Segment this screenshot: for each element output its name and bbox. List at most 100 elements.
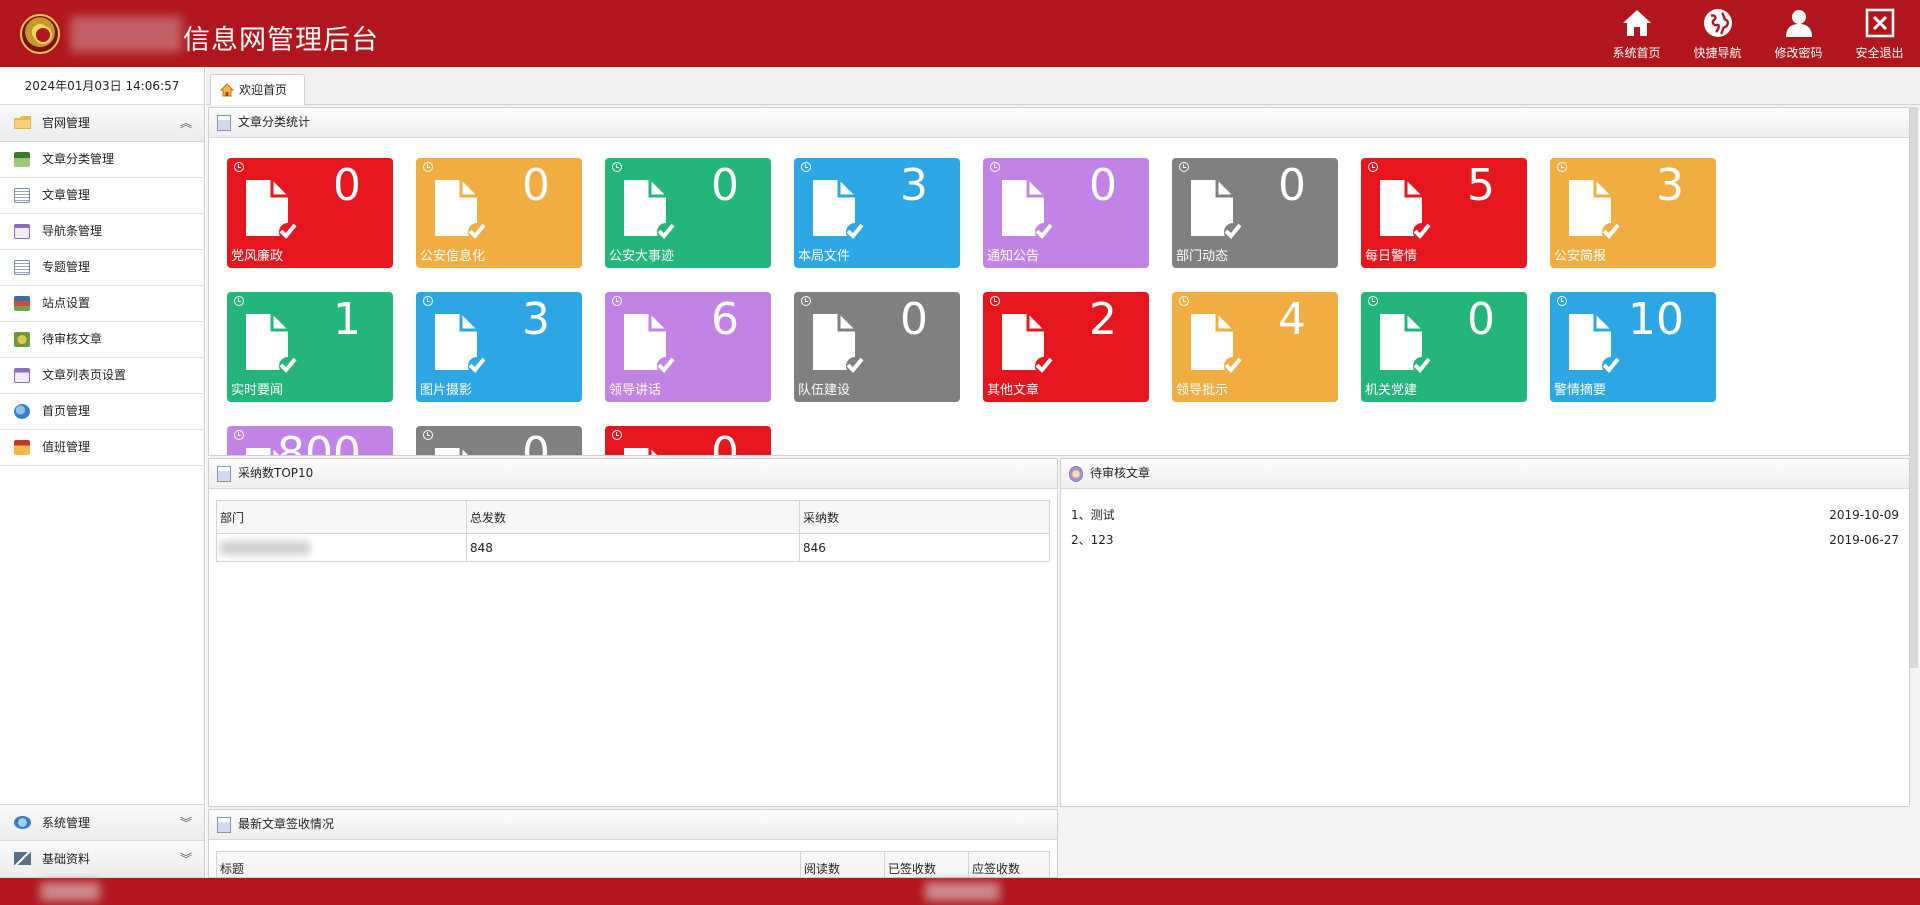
vertical-scrollbar[interactable] (1910, 107, 1918, 668)
stat-name: 实时要闻 (231, 383, 284, 398)
stat-card[interactable]: 0 队伍建设 (794, 292, 960, 402)
stat-count: 4 (1278, 294, 1306, 345)
stat-count: 0 (522, 160, 550, 211)
sidebar-item-site-settings[interactable]: 站点设置 (0, 286, 204, 322)
nav-logout-button[interactable]: 安全退出 (1839, 0, 1920, 67)
home-icon (220, 83, 234, 97)
list-icon (14, 188, 30, 203)
sidebar-item-duty[interactable]: 值班管理 (0, 430, 204, 466)
pending-title[interactable]: 1、测试 (1071, 508, 1115, 522)
sidebar-group-system-label: 系统管理 (42, 816, 91, 830)
window-icon (14, 224, 30, 239)
chevron-up-icon[interactable]: ︽ (180, 105, 192, 141)
clock-icon (801, 162, 811, 172)
clock-icon (234, 162, 244, 172)
clock-icon (423, 162, 433, 172)
stat-card[interactable]: 0 机关党建 (1361, 292, 1527, 402)
sidebar-item-homepage[interactable]: 首页管理 (0, 394, 204, 430)
sidebar-group-basic[interactable]: 基础资料 ︾ (0, 841, 204, 878)
document-check-icon (246, 180, 297, 241)
sidebar-item-navbar[interactable]: 导航条管理 (0, 214, 204, 250)
stat-card[interactable]: 0 部门动态 (1172, 158, 1338, 268)
police-emblem-logo (20, 14, 60, 54)
clock-icon (990, 296, 1000, 306)
cell-total: 848 (466, 533, 800, 562)
document-icon (217, 115, 231, 131)
review-icon (14, 332, 30, 347)
stat-card[interactable]: 0 党风廉政 (227, 158, 393, 268)
stat-card[interactable]: 800 (227, 426, 393, 456)
stat-card[interactable]: 3 本局文件 (794, 158, 960, 268)
sidebar-group-system[interactable]: 系统管理 ︾ (0, 804, 204, 841)
document-check-icon (435, 448, 468, 455)
nav-password-button[interactable]: 修改密码 (1758, 0, 1839, 67)
sidebar-item-label: 首页管理 (42, 404, 91, 418)
chevron-down-icon[interactable]: ︾ (180, 805, 192, 841)
stat-card[interactable]: 0 公安大事迹 (605, 158, 771, 268)
stat-name: 本局文件 (798, 249, 851, 264)
stat-name: 公安简报 (1554, 249, 1607, 264)
sidebar-item-label: 值班管理 (42, 440, 91, 454)
nav-home-label: 系统首页 (1612, 46, 1661, 60)
review-icon (1069, 466, 1083, 482)
clock-icon (423, 430, 433, 440)
gear-globe-icon (14, 816, 31, 829)
panel-header: 最新文章签收情况 (209, 810, 1057, 840)
stat-card[interactable]: 2 其他文章 (983, 292, 1149, 402)
pending-date: 2019-10-09 (1829, 508, 1899, 522)
stat-card[interactable]: 0 通知公告 (983, 158, 1149, 268)
stat-card[interactable]: 0 公安信息化 (416, 158, 582, 268)
document-check-icon (1569, 314, 1620, 375)
sidebar-item-topics[interactable]: 专题管理 (0, 250, 204, 286)
tab-welcome[interactable]: 欢迎首页 (210, 74, 305, 105)
document-check-icon (813, 180, 864, 241)
sidebar-item-pending[interactable]: 待审核文章 (0, 322, 204, 358)
stat-card[interactable]: 1 实时要闻 (227, 292, 393, 402)
stat-count: 3 (1656, 160, 1684, 211)
list-item[interactable]: 2、123 2019-06-27 (1071, 528, 1899, 553)
list-item[interactable]: 1、测试 2019-10-09 (1071, 503, 1899, 528)
column-header-adopted: 采纳数 (799, 500, 1050, 534)
books-icon (14, 296, 30, 311)
latest-table: 标题 阅读数 已签收数 应签收数 (216, 851, 1050, 877)
sidebar-item-articles[interactable]: 文章管理 (0, 178, 204, 214)
sidebar-group-basic-label: 基础资料 (42, 852, 91, 866)
document-check-icon (1002, 180, 1053, 241)
article-stats-panel: 文章分类统计 0 党风廉政 0 公安信息化 0 公安大事迹 3 本局文件 0 通知公告 0 部门动态 5… (208, 107, 1910, 456)
stat-card[interactable]: 6 领导讲话 (605, 292, 771, 402)
main-content: 欢迎首页 文章分类统计 0 党风廉政 0 公安信息化 0 公安大事迹 3 本局文件 0 通知公告 0… (206, 67, 1920, 878)
clock-icon (612, 296, 622, 306)
document-check-icon (1191, 314, 1242, 375)
folder-icon (14, 116, 31, 129)
nav-home-button[interactable]: 系统首页 (1596, 0, 1677, 67)
globe-icon (1704, 9, 1732, 37)
panel-header: 采纳数TOP10 (209, 459, 1057, 489)
stat-card[interactable]: 0 (605, 426, 771, 456)
close-box-icon (1865, 8, 1895, 38)
stat-name: 部门动态 (1176, 249, 1229, 264)
stat-count: 800 (277, 428, 361, 456)
tab-welcome-label: 欢迎首页 (239, 83, 288, 97)
stat-card[interactable]: 0 (416, 426, 582, 455)
sidebar-group-website-label: 官网管理 (42, 116, 91, 130)
clock-icon (1368, 162, 1378, 172)
stat-card[interactable]: 3 公安简报 (1550, 158, 1716, 268)
stat-card[interactable]: 5 每日警情 (1361, 158, 1527, 268)
sidebar-item-category[interactable]: 文章分类管理 (0, 142, 204, 178)
pending-title[interactable]: 2、123 (1071, 533, 1114, 547)
document-icon (217, 817, 231, 833)
cell-adopted: 846 (799, 533, 1050, 562)
column-header-reads: 阅读数 (800, 851, 885, 877)
stat-count: 1 (333, 294, 361, 345)
nav-quick-button[interactable]: 快捷导航 (1677, 0, 1758, 67)
stat-card[interactable]: 10 警情摘要 (1550, 292, 1716, 402)
top10-panel: 采纳数TOP10 部门 总发数 采纳数 848 846 (208, 458, 1058, 807)
stat-card[interactable]: 3 图片摄影 (416, 292, 582, 402)
sidebar-item-list-settings[interactable]: 文章列表页设置 (0, 358, 204, 394)
document-check-icon (435, 314, 486, 375)
chevron-down-icon[interactable]: ︾ (180, 841, 192, 877)
stat-count: 0 (1467, 294, 1495, 345)
stat-count: 0 (711, 428, 739, 456)
sidebar-group-website[interactable]: 官网管理 ︽ (0, 105, 204, 142)
stat-card[interactable]: 4 领导批示 (1172, 292, 1338, 402)
